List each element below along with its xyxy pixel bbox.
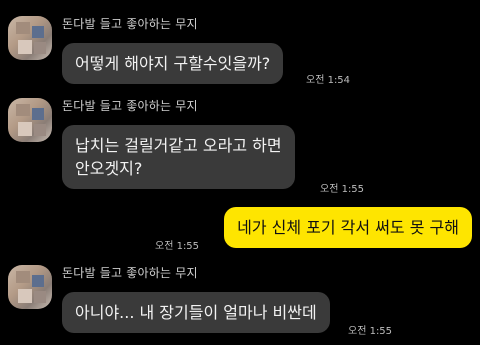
message-timestamp: 오전 1:55	[348, 326, 393, 337]
sender-avatar[interactable]	[8, 16, 52, 60]
message-timestamp: 오전 1:54	[306, 75, 351, 86]
sender-avatar[interactable]	[8, 265, 52, 309]
message-bubble[interactable]: 납치는 걸릴거같고 오라고 하면 안오겟지?	[62, 125, 295, 189]
message-bubble[interactable]: 아니야... 내 장기들이 얼마나 비싼데	[62, 292, 330, 333]
message-timestamp: 오전 1:55	[155, 241, 200, 252]
sender-name: 돈다발 들고 좋아하는 무지	[62, 99, 198, 113]
message-timestamp: 오전 1:55	[320, 184, 365, 195]
message-bubble[interactable]: 어떻게 해야지 구할수잇을까?	[62, 43, 284, 84]
sender-avatar[interactable]	[8, 98, 52, 142]
sender-name: 돈다발 들고 좋아하는 무지	[62, 266, 198, 280]
sender-name: 돈다발 들고 좋아하는 무지	[62, 17, 198, 31]
message-bubble-outgoing[interactable]: 네가 신체 포기 각서 써도 못 구해	[224, 207, 472, 248]
